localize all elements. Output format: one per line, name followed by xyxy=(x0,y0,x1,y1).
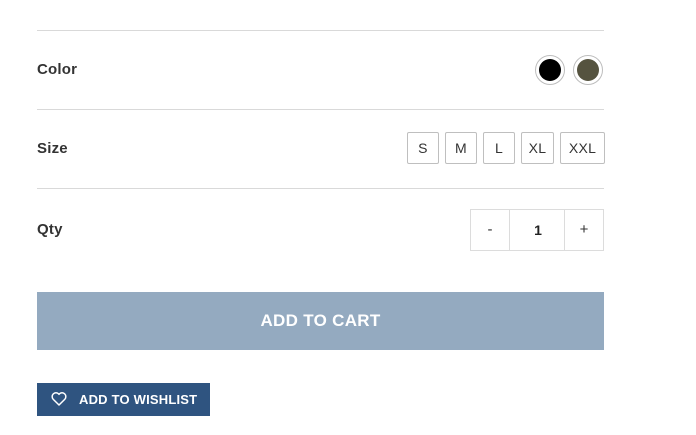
size-button-xl[interactable]: XL xyxy=(521,132,554,164)
qty-input[interactable] xyxy=(510,210,566,250)
color-swatch-olive-fill xyxy=(577,59,599,81)
quantity-stepper: - + xyxy=(470,209,604,251)
qty-label: Qty xyxy=(37,221,63,238)
color-swatch-olive[interactable] xyxy=(573,55,603,85)
heart-icon xyxy=(51,391,67,407)
qty-decrement-button[interactable]: - xyxy=(471,210,510,250)
color-label: Color xyxy=(37,61,78,78)
size-button-s[interactable]: S xyxy=(407,132,439,164)
add-to-wishlist-label: ADD TO WISHLIST xyxy=(79,392,198,407)
size-label: Size xyxy=(37,140,68,157)
divider-color-size xyxy=(37,109,604,110)
color-swatch-black[interactable] xyxy=(535,55,565,85)
add-to-cart-button[interactable]: ADD TO CART xyxy=(37,292,604,350)
divider-size-qty xyxy=(37,188,604,189)
size-button-xxl[interactable]: XXL xyxy=(560,132,605,164)
divider-top xyxy=(37,30,604,31)
qty-increment-button[interactable]: + xyxy=(564,210,603,250)
add-to-wishlist-button[interactable]: ADD TO WISHLIST xyxy=(37,383,210,416)
size-button-m[interactable]: M xyxy=(445,132,477,164)
color-swatch-black-fill xyxy=(539,59,561,81)
size-button-l[interactable]: L xyxy=(483,132,515,164)
